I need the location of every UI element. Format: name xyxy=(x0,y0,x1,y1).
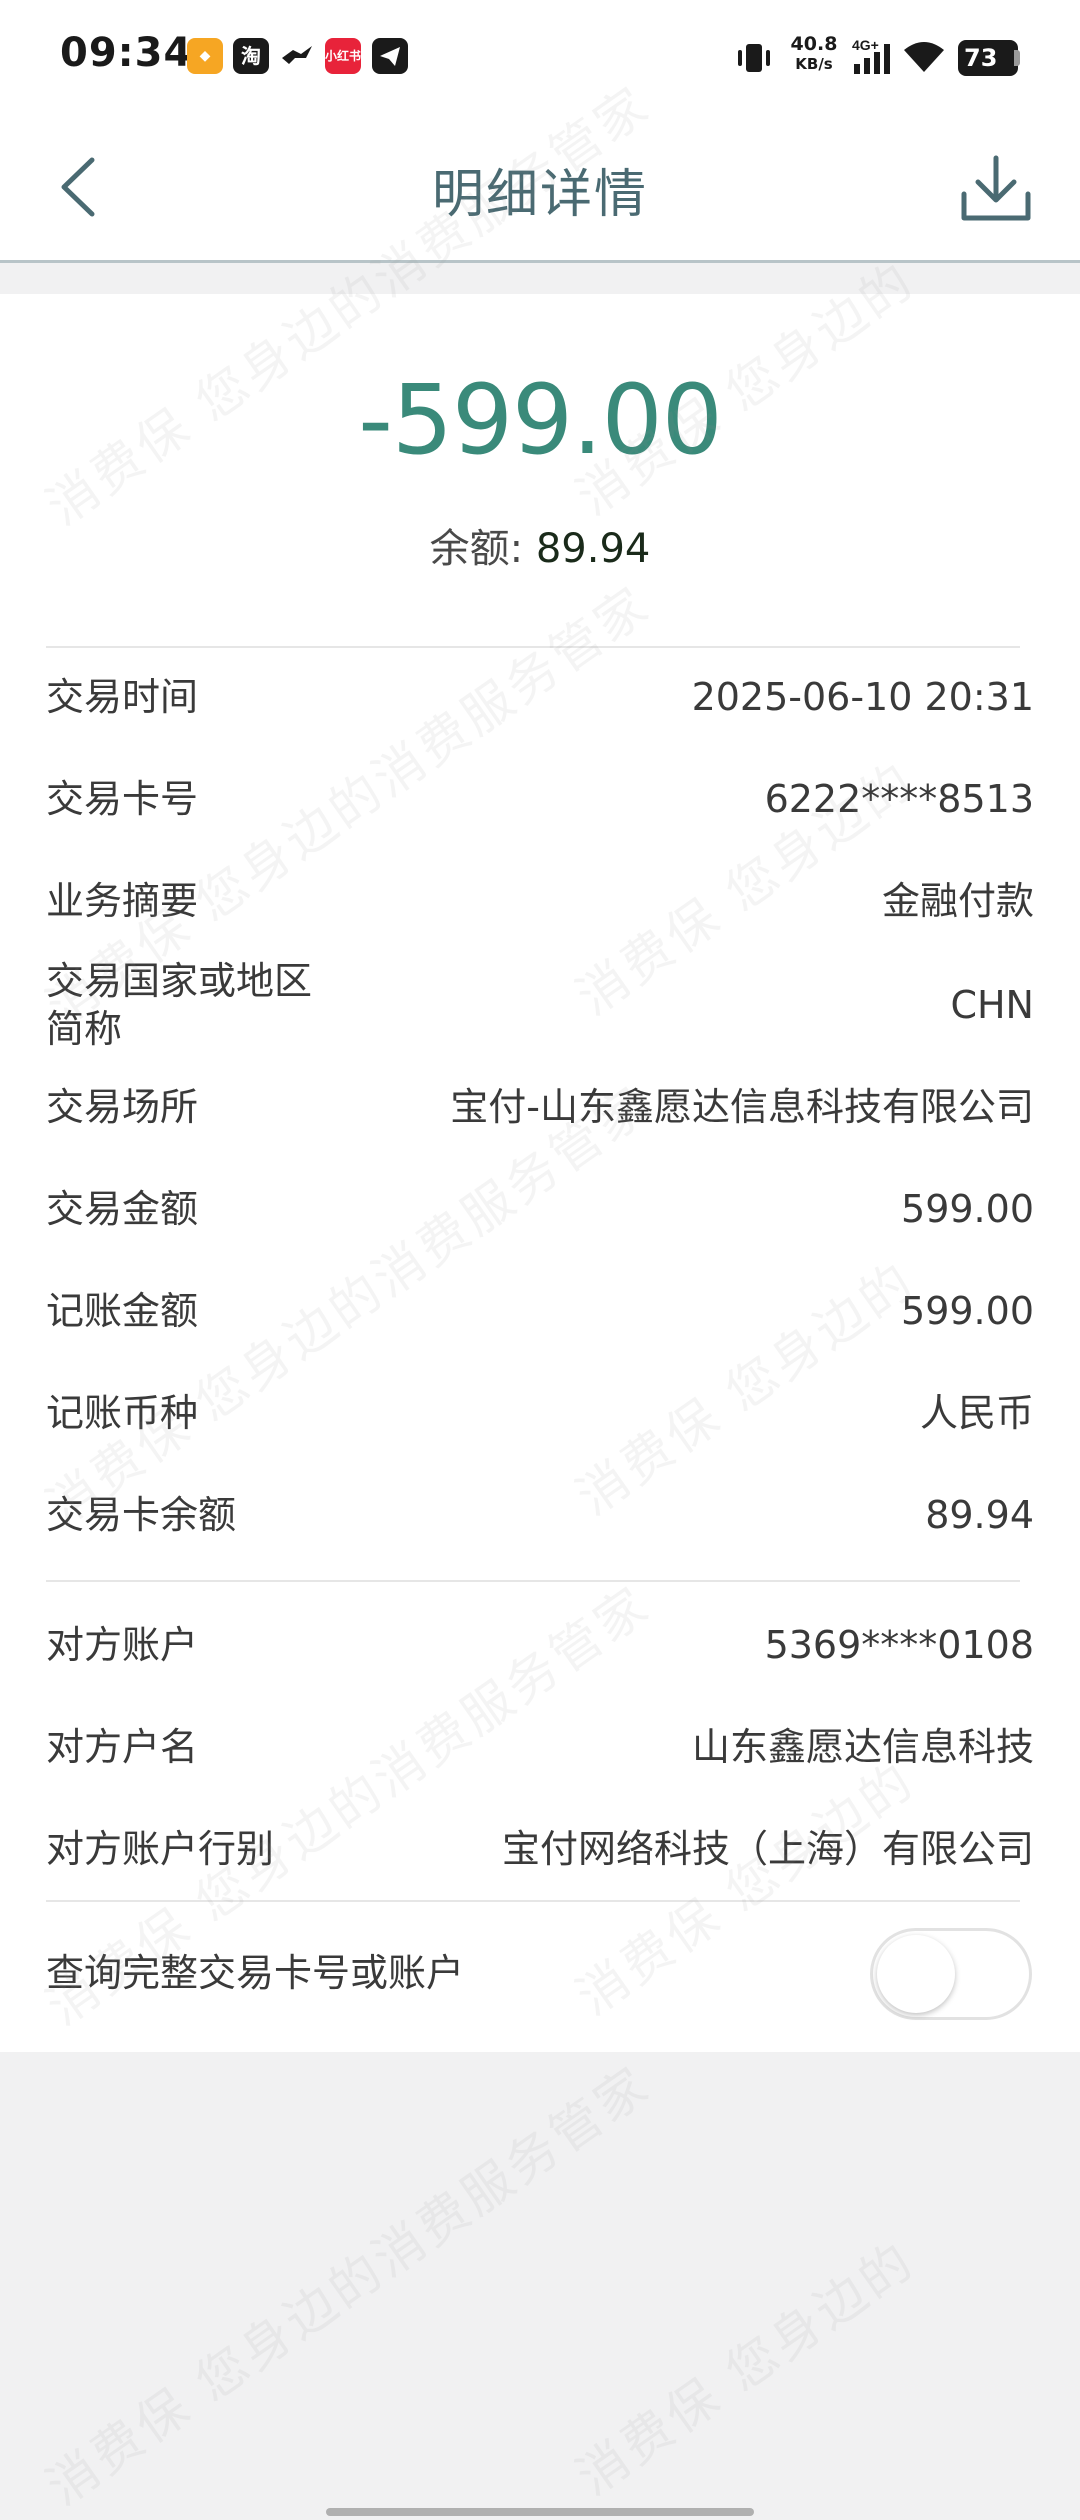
detail-value-book-amount: 599.00 xyxy=(901,1289,1034,1333)
balance-value: 89.94 xyxy=(535,526,651,572)
toggle-label: 查询完整交易卡号或账户 xyxy=(46,1951,465,1995)
detail-label-time: 交易时间 xyxy=(46,675,199,719)
net-speed-unit: KB/s xyxy=(795,55,833,73)
notification-bird-icon xyxy=(279,38,315,74)
download-icon xyxy=(961,155,1031,221)
detail-label-country-line2: 简称 xyxy=(46,1007,123,1051)
signal-icon: 4G+ xyxy=(852,36,896,80)
detail-label-tx-amount: 交易金额 xyxy=(46,1187,199,1231)
toggle-knob[interactable] xyxy=(877,1935,955,2013)
divider xyxy=(46,1900,1020,1902)
divider xyxy=(46,1580,1020,1582)
counterparty-label-account: 对方账户 xyxy=(46,1623,199,1667)
detail-value-country: CHN xyxy=(950,983,1034,1027)
detail-label-card: 交易卡号 xyxy=(46,777,199,821)
battery-level: 73 xyxy=(964,44,998,72)
detail-value-merchant: 宝付-山东鑫愿达信息科技有限公司 xyxy=(450,1085,1034,1129)
battery-indicator: 73 xyxy=(958,40,1018,76)
balance-label: 余额: xyxy=(429,526,524,572)
status-time: 09:34 xyxy=(60,30,193,76)
counterparty-label-bank: 对方账户行别 xyxy=(46,1827,275,1871)
page-title: 明细详情 xyxy=(431,165,648,225)
detail-value-summary: 金融付款 xyxy=(881,879,1034,923)
telegram-icon xyxy=(372,38,408,74)
counterparty-value-bank: 宝付网络科技（上海）有限公司 xyxy=(501,1827,1034,1871)
counterparty-value-account: 5369****0108 xyxy=(764,1623,1034,1667)
home-indicator[interactable] xyxy=(326,2508,754,2516)
battery-cap xyxy=(1014,50,1020,66)
xiaohongshu-icon: 小红书 xyxy=(325,38,361,74)
counterparty-value-name: 山东鑫愿达信息科技 xyxy=(691,1725,1034,1769)
net-speed-value: 40.8 xyxy=(790,33,838,55)
detail-label-book-amount: 记账金额 xyxy=(46,1289,199,1333)
net-speed: 40.8 KB/s xyxy=(786,34,842,74)
full-number-toggle[interactable] xyxy=(870,1928,1032,2020)
detail-label-card-balance: 交易卡余额 xyxy=(46,1493,237,1537)
detail-value-card-balance: 89.94 xyxy=(925,1493,1034,1537)
detail-label-country: 交易国家或地区 xyxy=(46,959,313,1003)
network-type: 4G+ xyxy=(852,37,879,53)
detail-card: -599.00 余额: 89.94 交易时间 2025-06-10 20:31 … xyxy=(0,294,1080,2052)
detail-value-card: 6222****8513 xyxy=(764,777,1034,821)
detail-label-merchant: 交易场所 xyxy=(46,1085,199,1129)
taobao-icon: 淘 xyxy=(233,38,269,74)
divider xyxy=(46,646,1020,648)
download-button[interactable] xyxy=(958,154,1034,224)
watermark-text: 消费保 您身边的 xyxy=(566,2230,926,2507)
wifi-icon xyxy=(900,38,948,78)
detail-value-tx-amount: 599.00 xyxy=(901,1187,1034,1231)
notification-app-icon: ◆ xyxy=(187,38,223,74)
detail-value-time: 2025-06-10 20:31 xyxy=(691,675,1034,719)
status-bar: 09:34 ◆ 淘 小红书 40.8 KB/s 4G+ 73 xyxy=(0,0,1080,112)
detail-value-currency: 人民币 xyxy=(919,1391,1034,1435)
header-divider xyxy=(0,260,1080,263)
header: 明细详情 xyxy=(0,112,1080,260)
transaction-amount: -599.00 xyxy=(358,364,723,476)
detail-label-summary: 业务摘要 xyxy=(46,879,199,923)
counterparty-label-name: 对方户名 xyxy=(46,1725,199,1769)
detail-label-currency: 记账币种 xyxy=(46,1391,199,1435)
watermark-text: 消费保 您身边的消费服务管家 xyxy=(36,2054,661,2517)
vibrate-icon xyxy=(732,40,776,80)
balance-line: 余额: 89.94 xyxy=(0,516,1080,574)
